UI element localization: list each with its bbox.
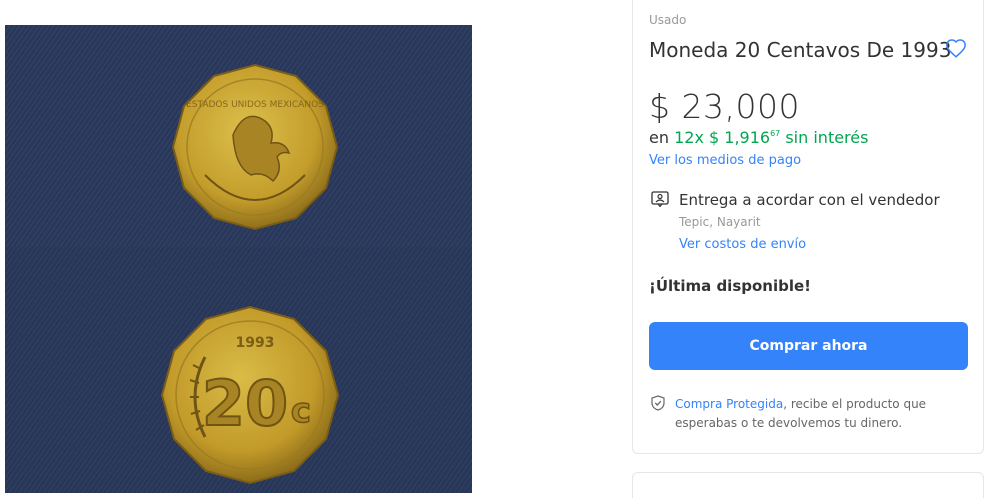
- shipping-title: Entrega a acordar con el vendedor: [679, 191, 940, 209]
- payment-methods-link[interactable]: Ver los medios de pago: [649, 153, 801, 168]
- installments-prefix: en: [649, 128, 669, 147]
- installments-cents: 67: [770, 129, 781, 138]
- shipping-costs-link[interactable]: Ver costos de envío: [679, 237, 806, 252]
- coin-value-text: 20: [202, 367, 288, 440]
- product-gallery[interactable]: ESTADOS UNIDOS MEXICANOS 1993 20 c: [5, 25, 472, 493]
- condition-label: Usado: [649, 13, 687, 27]
- secondary-panel: [632, 472, 984, 498]
- installments-info: en 12x $ 1,91667 sin interés: [649, 128, 868, 147]
- stock-status: ¡Última disponible!: [649, 277, 812, 295]
- person-pin-icon: [651, 191, 669, 207]
- coin-currency-text: c: [291, 391, 311, 431]
- coin-reverse-photo[interactable]: 1993 20 c: [5, 247, 472, 493]
- shipping-location: Tepic, Nayarit: [679, 215, 761, 229]
- coin-obverse-photo[interactable]: ESTADOS UNIDOS MEXICANOS: [5, 25, 472, 247]
- product-price: $ 23,000: [649, 87, 800, 126]
- coin-year-text: 1993: [236, 335, 275, 351]
- buy-now-button[interactable]: Comprar ahora: [649, 322, 968, 370]
- product-page: ESTADOS UNIDOS MEXICANOS 1993 20 c Usado…: [0, 0, 989, 498]
- favorite-button[interactable]: [945, 38, 967, 60]
- heart-icon: [946, 39, 966, 58]
- purchase-panel: Usado Moneda 20 Centavos De 1993 $ 23,00…: [632, 0, 984, 454]
- shield-check-icon: [651, 395, 665, 411]
- installments-amount: 12x $ 1,91667: [674, 128, 781, 147]
- svg-text:ESTADOS UNIDOS MEXICANOS: ESTADOS UNIDOS MEXICANOS: [186, 100, 324, 110]
- product-title: Moneda 20 Centavos De 1993: [649, 38, 952, 62]
- installments-suffix: sin interés: [785, 128, 869, 147]
- protected-purchase-link[interactable]: Compra Protegida: [675, 397, 783, 411]
- purchase-protection-text: Compra Protegida, recibe el producto que…: [675, 395, 971, 433]
